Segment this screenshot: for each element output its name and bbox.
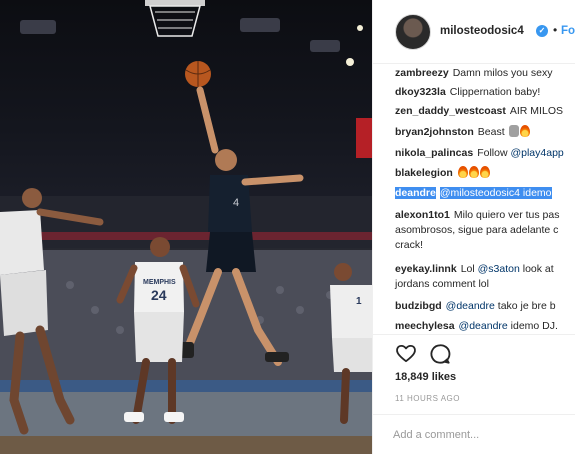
post-sidebar: milosteodosic4 ✓ • Follo zambreezyDamn m… xyxy=(372,0,575,454)
comment-icon[interactable] xyxy=(429,343,451,365)
comment-username[interactable]: zen_daddy_westcoast xyxy=(395,105,506,117)
comment-item-cont: asombrosos, sigue para adelante c xyxy=(395,223,575,238)
comment-item: meechylesa @deandre idemo DJ. xyxy=(395,319,575,334)
comment-username[interactable]: eyekay.linnk xyxy=(395,263,457,275)
comment-mention[interactable]: @s3aton xyxy=(478,263,520,275)
comment-item: nikola_palincas Follow @play4app xyxy=(395,146,575,161)
comment-text: AIR MILOS xyxy=(509,105,563,117)
comment-text: jordans comment lol xyxy=(395,278,489,290)
comment-username[interactable]: blakelegion xyxy=(395,167,453,179)
comment-item: zambreezy Damn milos you sexy xyxy=(395,66,575,81)
jersey-number-4: 4 xyxy=(233,197,239,209)
add-comment-input[interactable] xyxy=(393,426,573,444)
flame-emoji-icon xyxy=(468,166,479,178)
flame-emoji-icon xyxy=(479,166,490,178)
comment-text: tako je bre b xyxy=(497,300,556,312)
verified-badge-icon: ✓ xyxy=(536,25,548,37)
comment-text: look at xyxy=(522,263,554,275)
comment-mention[interactable]: @deandre xyxy=(446,300,495,312)
comment-text: asombrosos, sigue para adelante c xyxy=(395,224,559,236)
jersey-number-24: 24 xyxy=(151,287,167,303)
separator-dot: • xyxy=(553,23,558,37)
jersey-text: MEMPHIS xyxy=(143,279,176,286)
post-actions: 18,849 likes 11 HOURS AGO xyxy=(373,334,575,403)
comment-item-selected: deandre @milosteodosic4 idemo xyxy=(395,186,575,201)
add-comment-bar xyxy=(373,414,575,454)
comment-username[interactable]: nikola_palincas xyxy=(395,147,473,159)
username-link[interactable]: milosteodosic4 xyxy=(440,25,524,37)
comment-item-cont: jordans comment lol xyxy=(395,277,575,292)
comment-text: Beast xyxy=(477,126,505,138)
comment-text: Follow xyxy=(477,147,508,159)
avatar[interactable] xyxy=(395,14,431,50)
follow-button[interactable]: Follo xyxy=(561,25,575,37)
comment-item: bryan2johnston Beast xyxy=(395,125,575,140)
comment-text: idemo xyxy=(522,187,552,199)
comment-text: Damn milos you sexy xyxy=(452,67,553,79)
comment-item: dkoy323la Clippernation baby! xyxy=(395,85,575,100)
comment-list[interactable]: zambreezy Damn milos you sexy dkoy323la Cl… xyxy=(373,64,575,334)
comment-text: Milo quiero ver tus pas xyxy=(453,209,560,221)
basketball-photo: 4 MEMPHIS 24 1 xyxy=(0,0,372,454)
post-header: milosteodosic4 ✓ • Follo xyxy=(373,0,575,64)
flame-emoji-icon xyxy=(457,166,468,178)
comment-item: blakelegion xyxy=(395,166,575,181)
post-timestamp[interactable]: 11 HOURS AGO xyxy=(395,394,460,403)
comment-username[interactable]: zambreezy xyxy=(395,67,449,79)
comment-item-cont: crack! xyxy=(395,238,575,253)
jersey-number-1: 1 xyxy=(356,296,362,307)
heart-icon[interactable] xyxy=(395,343,417,363)
comment-username[interactable]: deandre xyxy=(395,187,436,199)
comment-text: Clippernation baby! xyxy=(449,86,541,98)
comment-username[interactable]: budzibgd xyxy=(395,300,442,312)
comment-text: idemo DJ. xyxy=(510,320,558,332)
comment-username[interactable]: bryan2johnston xyxy=(395,126,474,138)
comment-username[interactable]: alexon1to1 xyxy=(395,209,450,221)
flame-emoji-icon xyxy=(519,125,530,137)
comment-mention[interactable]: @play4app xyxy=(510,147,563,159)
comment-item: zen_daddy_westcoast AIR MILOS xyxy=(395,104,575,119)
comment-text: Lol xyxy=(460,263,475,275)
comment-item: eyekay.linnk Lol @s3aton look at xyxy=(395,262,575,277)
post-photo[interactable]: 4 MEMPHIS 24 1 xyxy=(0,0,372,454)
comment-mention[interactable]: @deandre xyxy=(459,320,508,332)
comment-item: budzibgd @deandre tako je bre b xyxy=(395,299,575,314)
comment-item: alexon1to1 Milo quiero ver tus pas xyxy=(395,208,575,223)
comment-mention[interactable]: @milosteodosic4 xyxy=(439,187,520,199)
comment-text: crack! xyxy=(395,239,424,251)
like-count[interactable]: 18,849 likes xyxy=(395,371,456,383)
comment-username[interactable]: meechylesa xyxy=(395,320,455,332)
wolf-emoji-icon xyxy=(508,125,519,137)
comment-username[interactable]: dkoy323la xyxy=(395,86,446,98)
